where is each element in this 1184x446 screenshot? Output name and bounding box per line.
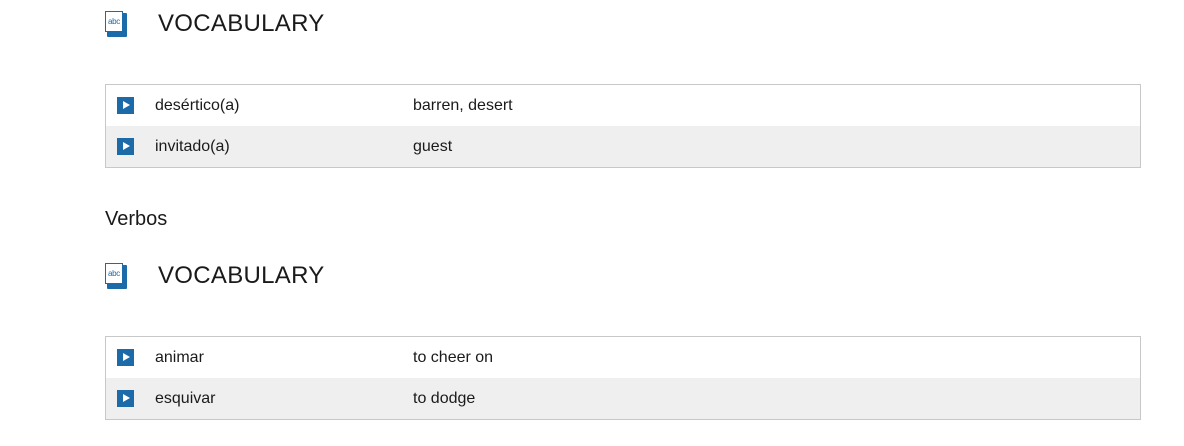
vocab-term: esquivar — [155, 389, 216, 407]
section-heading: Verbos — [105, 208, 168, 230]
vocab-translation: to dodge — [413, 389, 476, 407]
vocab-term: animar — [155, 348, 204, 366]
vocabulary-row: esquivar to dodge — [106, 378, 1140, 419]
play-audio-button[interactable] — [117, 349, 134, 366]
vocab-translation: guest — [413, 137, 453, 155]
vocab-translation: barren, desert — [413, 96, 513, 114]
page: abc VOCABULARY desértico(a) barren, dese… — [0, 0, 1184, 446]
vocabulary-row: animar to cheer on — [106, 337, 1140, 378]
abc-book-icon: abc — [105, 11, 127, 37]
vocabulary-table: desértico(a) barren, desert invitado(a) … — [105, 84, 1141, 168]
vocabulary-title: VOCABULARY — [158, 262, 325, 289]
vocabulary-row: desértico(a) barren, desert — [106, 85, 1140, 126]
vocab-term: desértico(a) — [155, 96, 240, 114]
play-audio-button[interactable] — [117, 138, 134, 155]
vocabulary-table: animar to cheer on esquivar to dodge — [105, 336, 1141, 420]
abc-book-icon: abc — [105, 263, 127, 289]
vocab-term: invitado(a) — [155, 137, 230, 155]
vocabulary-row: invitado(a) guest — [106, 126, 1140, 167]
vocab-translation: to cheer on — [413, 348, 494, 366]
vocabulary-header: abc VOCABULARY — [105, 262, 325, 290]
play-audio-button[interactable] — [117, 97, 134, 114]
vocabulary-header: abc VOCABULARY — [105, 10, 325, 38]
play-audio-button[interactable] — [117, 390, 134, 407]
vocabulary-title: VOCABULARY — [158, 10, 325, 37]
